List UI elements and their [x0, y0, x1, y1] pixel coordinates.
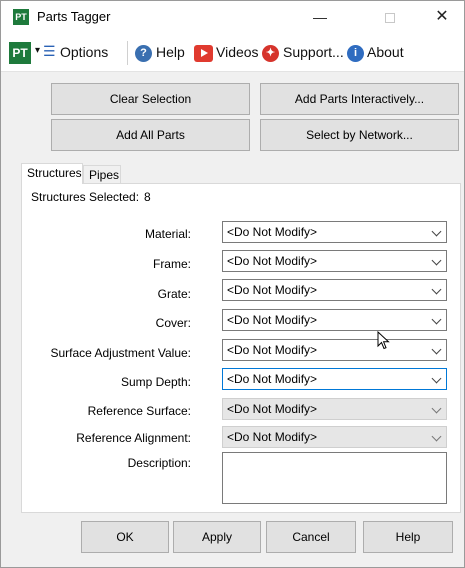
- chevron-down-icon: [431, 373, 442, 384]
- help-icon: ?: [135, 45, 152, 62]
- app-logo-icon: PT: [13, 9, 29, 25]
- toolbar-divider: [127, 41, 128, 65]
- frame-select[interactable]: <Do Not Modify>: [222, 250, 447, 272]
- reference-surface-label: Reference Surface:: [87, 404, 191, 418]
- grate-value: <Do Not Modify>: [227, 283, 318, 297]
- material-label: Material:: [144, 227, 191, 241]
- surface-adjustment-label: Surface Adjustment Value:: [50, 346, 191, 360]
- chevron-down-icon[interactable]: ▾: [35, 45, 40, 56]
- about-menu[interactable]: About: [367, 44, 404, 60]
- chevron-down-icon: [431, 403, 442, 414]
- chevron-down-icon: [431, 431, 442, 442]
- toolbar: PT ▾ ☰ Options ? Help Videos ✦ Support..…: [1, 34, 464, 72]
- mouse-pointer-icon: [377, 331, 390, 350]
- description-label: Description:: [127, 456, 191, 470]
- support-menu[interactable]: Support...: [283, 44, 344, 60]
- cancel-button[interactable]: Cancel: [266, 521, 356, 553]
- video-play-icon: [194, 45, 213, 62]
- cover-label: Cover:: [155, 316, 191, 330]
- sump-depth-label: Sump Depth:: [120, 375, 191, 389]
- options-menu[interactable]: Options: [60, 44, 108, 60]
- grate-label: Grate:: [157, 287, 191, 301]
- chevron-down-icon: [431, 344, 442, 355]
- frame-value: <Do Not Modify>: [227, 254, 318, 268]
- tab-structures[interactable]: Structures: [21, 163, 83, 184]
- chevron-down-icon: [431, 226, 442, 237]
- support-icon: ✦: [262, 45, 279, 62]
- material-select[interactable]: <Do Not Modify>: [222, 221, 447, 243]
- select-by-network-button[interactable]: Select by Network...: [260, 119, 459, 151]
- description-textarea[interactable]: [222, 452, 447, 504]
- clear-selection-button[interactable]: Clear Selection: [51, 83, 250, 115]
- help-menu[interactable]: Help: [156, 44, 185, 60]
- chevron-down-icon: [431, 284, 442, 295]
- reference-alignment-label: Reference Alignment:: [76, 431, 191, 445]
- material-value: <Do Not Modify>: [227, 225, 318, 239]
- title-bar: PT Parts Tagger — ✕: [1, 1, 464, 34]
- surface-adjustment-value: <Do Not Modify>: [227, 343, 318, 357]
- frame-label: Frame:: [152, 257, 191, 271]
- ok-button[interactable]: OK: [81, 521, 169, 553]
- structures-selected-count: 8: [144, 190, 151, 204]
- add-all-parts-button[interactable]: Add All Parts: [51, 119, 250, 151]
- sump-depth-value: <Do Not Modify>: [227, 372, 318, 386]
- cover-value: <Do Not Modify>: [227, 313, 318, 327]
- reference-alignment-select: <Do Not Modify>: [222, 426, 447, 448]
- maximize-button[interactable]: [368, 4, 412, 30]
- add-parts-interactively-button[interactable]: Add Parts Interactively...: [260, 83, 459, 115]
- reference-surface-select: <Do Not Modify>: [222, 398, 447, 420]
- tab-pipes[interactable]: Pipes: [83, 165, 121, 183]
- minimize-button[interactable]: —: [298, 4, 342, 30]
- sump-depth-select[interactable]: <Do Not Modify>: [222, 368, 447, 390]
- list-icon: ☰: [43, 43, 56, 59]
- cover-select[interactable]: <Do Not Modify>: [222, 309, 447, 331]
- videos-menu[interactable]: Videos: [216, 44, 259, 60]
- chevron-down-icon: [431, 314, 442, 325]
- window-title: Parts Tagger: [37, 9, 111, 24]
- surface-adjustment-select[interactable]: <Do Not Modify>: [222, 339, 447, 361]
- reference-surface-value: <Do Not Modify>: [227, 402, 318, 416]
- structures-selected-label: Structures Selected:: [31, 190, 140, 204]
- maximize-icon: [385, 13, 395, 24]
- close-button[interactable]: ✕: [420, 4, 464, 30]
- parts-tagger-window: PT Parts Tagger — ✕ PT ▾ ☰ Options ? Hel…: [0, 0, 465, 568]
- pt-menu-logo-icon[interactable]: PT: [9, 42, 31, 64]
- help-button[interactable]: Help: [363, 521, 453, 553]
- chevron-down-icon: [431, 255, 442, 266]
- grate-select[interactable]: <Do Not Modify>: [222, 279, 447, 301]
- info-icon: i: [347, 45, 364, 62]
- apply-button[interactable]: Apply: [173, 521, 261, 553]
- reference-alignment-value: <Do Not Modify>: [227, 430, 318, 444]
